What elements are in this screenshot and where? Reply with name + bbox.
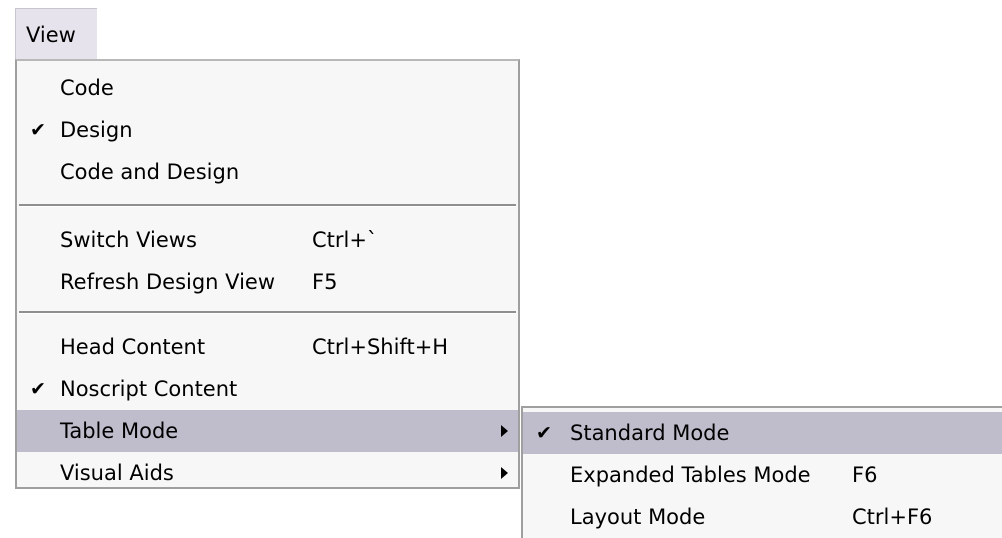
menu-item-label: Code and Design bbox=[60, 160, 240, 184]
menu-item-label: Refresh Design View bbox=[60, 270, 275, 294]
screen: View Code ✔ Design Code and Design Switc… bbox=[0, 0, 1002, 538]
shortcut-label: Ctrl+Shift+H bbox=[312, 335, 449, 359]
submenu-item-label: Layout Mode bbox=[570, 505, 706, 529]
shortcut-label: Ctrl+` bbox=[312, 228, 378, 252]
menu-item-code[interactable]: Code bbox=[17, 67, 518, 109]
table-mode-submenu: ✔ Standard Mode Expanded Tables Mode F6 … bbox=[521, 406, 1002, 538]
shortcut-label: Ctrl+F6 bbox=[852, 505, 933, 529]
menu-item-label: Visual Aids bbox=[60, 461, 174, 485]
menu-item-label: Head Content bbox=[60, 335, 206, 359]
menu-item-label: Design bbox=[60, 118, 133, 142]
menu-item-visual-aids[interactable]: Visual Aids bbox=[17, 452, 518, 494]
submenu-item-layout-mode[interactable]: Layout Mode Ctrl+F6 bbox=[523, 496, 1002, 538]
menu-item-switch-views[interactable]: Switch Views Ctrl+` bbox=[17, 219, 518, 261]
menu-item-head-content[interactable]: Head Content Ctrl+Shift+H bbox=[17, 326, 518, 368]
menu-separator bbox=[19, 204, 516, 207]
checkmark-icon: ✔ bbox=[536, 422, 552, 444]
view-menu-label: View bbox=[26, 23, 76, 47]
menu-item-refresh-design-view[interactable]: Refresh Design View F5 bbox=[17, 261, 518, 303]
submenu-arrow-icon bbox=[501, 425, 508, 437]
checkmark-icon: ✔ bbox=[30, 378, 46, 400]
checkmark-icon: ✔ bbox=[30, 119, 46, 141]
menu-item-label: Table Mode bbox=[60, 419, 179, 443]
menu-item-label: Switch Views bbox=[60, 228, 197, 252]
menu-item-noscript-content[interactable]: ✔ Noscript Content bbox=[17, 368, 518, 410]
menu-item-label: Noscript Content bbox=[60, 377, 238, 401]
submenu-item-label: Standard Mode bbox=[570, 421, 730, 445]
view-menu: Code ✔ Design Code and Design Switch Vie… bbox=[15, 59, 520, 489]
shortcut-label: F6 bbox=[852, 463, 878, 487]
submenu-arrow-icon bbox=[501, 467, 508, 479]
menu-item-label: Code bbox=[60, 76, 114, 100]
submenu-item-standard-mode[interactable]: ✔ Standard Mode bbox=[523, 412, 1002, 454]
menu-item-table-mode[interactable]: Table Mode bbox=[17, 410, 518, 452]
submenu-item-label: Expanded Tables Mode bbox=[570, 463, 811, 487]
submenu-item-expanded-tables-mode[interactable]: Expanded Tables Mode F6 bbox=[523, 454, 1002, 496]
menu-item-code-and-design[interactable]: Code and Design bbox=[17, 151, 518, 193]
view-menu-button[interactable]: View bbox=[15, 8, 97, 60]
menu-item-design[interactable]: ✔ Design bbox=[17, 109, 518, 151]
menu-separator bbox=[19, 311, 516, 314]
shortcut-label: F5 bbox=[312, 270, 338, 294]
